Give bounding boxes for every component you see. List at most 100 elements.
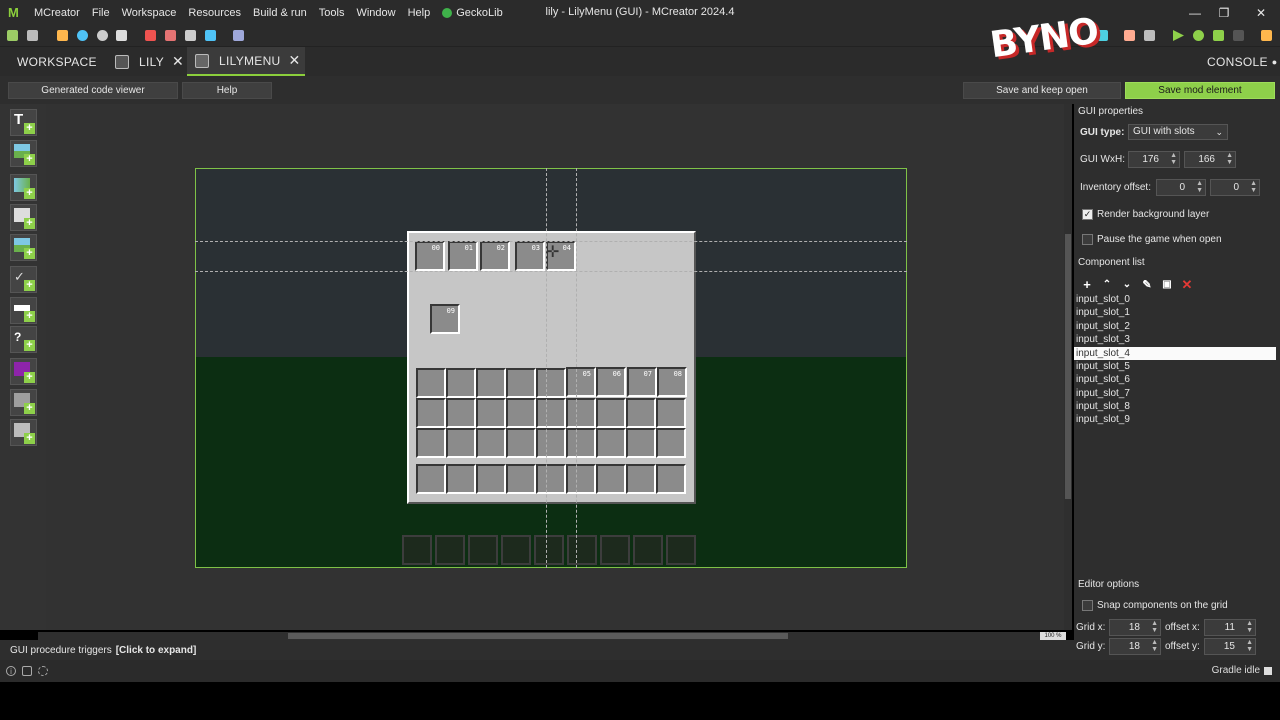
scroll-thumb[interactable] (1065, 234, 1071, 499)
inventory-offset-y-spinner[interactable]: 0 ▲ ▼ (1210, 179, 1260, 196)
network-icon[interactable] (22, 666, 32, 676)
model-icon[interactable] (116, 30, 127, 41)
menu-workspace[interactable]: Workspace (116, 7, 183, 19)
spinner-arrows-icon[interactable]: ▲ ▼ (1151, 620, 1158, 634)
variables-icon[interactable] (233, 30, 244, 41)
tab-console[interactable]: CONSOLE ● (1207, 47, 1278, 76)
workspace-icon[interactable] (7, 30, 18, 41)
animation-icon[interactable] (185, 30, 196, 41)
add-sprite-button[interactable]: + (10, 174, 37, 201)
save-keep-open-button[interactable]: Save and keep open (963, 82, 1121, 99)
blockbench-icon[interactable] (205, 30, 216, 41)
pause-game-checkbox[interactable] (1082, 234, 1093, 245)
close-window-icon[interactable]: ✕ (1244, 0, 1278, 25)
close-tab-icon[interactable]: ✕ (289, 52, 301, 69)
add-checkbox-button[interactable]: ✓ + (10, 266, 37, 293)
help-button[interactable]: Help (182, 82, 272, 99)
scroll-thumb[interactable] (288, 633, 788, 639)
eraser-icon[interactable] (1124, 30, 1135, 41)
input-slot[interactable]: 05 (566, 367, 596, 397)
component-list-item[interactable]: input_slot_1 (1074, 306, 1276, 319)
add-image-button[interactable]: + (10, 140, 37, 167)
tab-workspace[interactable]: WORKSPACE (10, 47, 104, 76)
move-up-icon[interactable]: ⌃ (1100, 278, 1114, 292)
input-slot[interactable]: 00 (415, 241, 445, 271)
delete-icon[interactable]: ✕ (1180, 278, 1194, 292)
input-slot[interactable]: 02 (480, 241, 510, 271)
spinner-arrows-icon[interactable]: ▲ ▼ (1250, 180, 1257, 194)
spinner-arrows-icon[interactable]: ▲ ▼ (1151, 639, 1158, 653)
add-tooltip-button[interactable]: + (10, 297, 37, 324)
menu-file[interactable]: File (86, 7, 116, 19)
run-client-icon[interactable] (1173, 30, 1184, 41)
input-slot[interactable]: 07 (627, 367, 657, 397)
settings-gear-icon[interactable] (38, 666, 48, 676)
stop-icon[interactable] (1233, 30, 1244, 41)
component-list-item[interactable]: input_slot_0 (1074, 293, 1276, 306)
menu-build-run[interactable]: Build & run (247, 7, 313, 19)
menu-resources[interactable]: Resources (182, 7, 247, 19)
gui-height-spinner[interactable]: 166 ▲ ▼ (1184, 151, 1236, 168)
inventory-offset-x-spinner[interactable]: 0 ▲ ▼ (1156, 179, 1206, 196)
add-output-slot-button[interactable]: + (10, 419, 37, 446)
gui-width-spinner[interactable]: 176 ▲ ▼ (1128, 151, 1180, 168)
add-slot-button[interactable]: + (10, 358, 37, 385)
snap-grid-checkbox[interactable] (1082, 600, 1093, 611)
component-list-item[interactable]: input_slot_9 (1074, 413, 1276, 426)
add-entity-model-button[interactable]: ? + (10, 326, 37, 353)
add-input-slot-button[interactable]: + (10, 389, 37, 416)
sound-icon[interactable] (97, 30, 108, 41)
add-icon[interactable]: + (1080, 278, 1094, 292)
menu-app-name[interactable]: MCreator (28, 7, 86, 19)
spinner-arrows-icon[interactable]: ▲ ▼ (1226, 152, 1233, 166)
gui-procedure-triggers[interactable]: GUI procedure triggers [Click to expand] (0, 640, 1074, 660)
workspace-settings-icon[interactable] (27, 30, 38, 41)
armor-texture-icon[interactable] (165, 30, 176, 41)
offset-y-spinner[interactable]: 15 ▲ ▼ (1204, 638, 1256, 655)
component-list-item[interactable]: input_slot_8 (1074, 400, 1276, 413)
add-button-button[interactable]: + (10, 234, 37, 261)
gui-type-select[interactable]: GUI with slots ⌄ (1128, 124, 1228, 140)
move-down-icon[interactable]: ⌄ (1120, 278, 1134, 292)
save-mod-element-button[interactable]: Save mod element (1125, 82, 1275, 99)
tab-lily[interactable]: LILY ✕ (105, 47, 194, 76)
structure-icon[interactable] (77, 30, 88, 41)
canvas-horizontal-scrollbar[interactable] (38, 632, 1064, 640)
hammer-icon[interactable] (1144, 30, 1155, 41)
export-icon[interactable] (1261, 30, 1272, 41)
add-label-button[interactable]: T + (10, 109, 37, 136)
generated-code-viewer-button[interactable]: Generated code viewer (8, 82, 178, 99)
component-list-item[interactable]: input_slot_7 (1074, 387, 1276, 400)
input-slot[interactable]: 06 (596, 367, 626, 397)
spinner-arrows-icon[interactable]: ▲ ▼ (1170, 152, 1177, 166)
menu-window[interactable]: Window (350, 7, 401, 19)
menu-help[interactable]: Help (402, 7, 437, 19)
menu-tools[interactable]: Tools (313, 7, 351, 19)
run-server-icon[interactable] (1213, 30, 1224, 41)
component-list-item[interactable]: input_slot_6 (1074, 373, 1276, 386)
render-background-checkbox[interactable]: ✓ (1082, 209, 1093, 220)
component-list-item[interactable]: input_slot_2 (1074, 320, 1276, 333)
spinner-arrows-icon[interactable]: ▲ ▼ (1246, 620, 1253, 634)
canvas-vertical-scrollbar[interactable] (1064, 104, 1072, 630)
spinner-arrows-icon[interactable]: ▲ ▼ (1196, 180, 1203, 194)
close-tab-icon[interactable]: ✕ (172, 53, 184, 70)
component-list-item[interactable]: input_slot_5 (1074, 360, 1276, 373)
input-slot[interactable]: 08 (657, 367, 687, 397)
offset-x-spinner[interactable]: 11 ▲ ▼ (1204, 619, 1256, 636)
lock-icon[interactable]: ▣ (1160, 278, 1174, 292)
grid-y-spinner[interactable]: 18 ▲ ▼ (1109, 638, 1161, 655)
spinner-arrows-icon[interactable]: ▲ ▼ (1246, 639, 1253, 653)
input-slot[interactable]: 09 (430, 304, 460, 334)
component-list-item[interactable]: input_slot_3 (1074, 333, 1276, 346)
input-slot[interactable]: 03 (515, 241, 545, 271)
add-text-field-button[interactable]: + (10, 204, 37, 231)
grid-x-spinner[interactable]: 18 ▲ ▼ (1109, 619, 1161, 636)
edit-pencil-icon[interactable]: ✎ (1140, 278, 1154, 292)
debug-icon[interactable] (1193, 30, 1204, 41)
resources-icon[interactable] (57, 30, 68, 41)
input-slot[interactable]: 01 (448, 241, 478, 271)
restore-icon[interactable]: ❐ (1207, 0, 1241, 25)
triggers-expand-link[interactable]: [Click to expand] (116, 645, 197, 656)
tab-lilymenu[interactable]: LILYMENU ✕ (187, 47, 305, 76)
